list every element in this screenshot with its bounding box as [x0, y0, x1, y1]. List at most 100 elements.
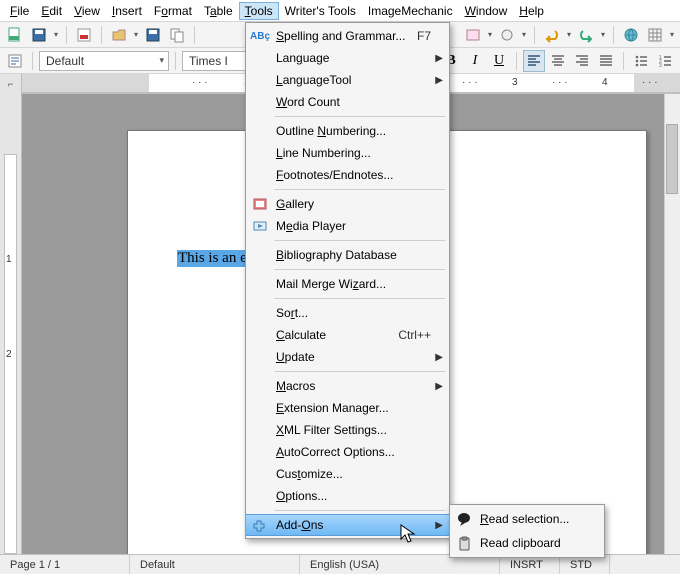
align-center-button[interactable]: [547, 50, 569, 72]
menu-item-xml-filter[interactable]: XML Filter Settings...: [246, 419, 449, 441]
addon-icon: [252, 517, 268, 533]
font-name-value: Times I: [189, 54, 228, 68]
separator: [613, 26, 614, 44]
menu-separator: [274, 240, 445, 241]
vertical-ruler[interactable]: 1 2: [0, 94, 22, 554]
menu-separator: [274, 371, 445, 372]
menubar: File Edit View Insert Format Table Tools…: [0, 0, 680, 22]
separator: [32, 52, 33, 70]
paragraph-style-value: Default: [46, 54, 84, 68]
menu-item-language[interactable]: Language▶: [246, 47, 449, 69]
submenu-item-read-clipboard[interactable]: Read clipboard: [450, 531, 604, 555]
menu-format[interactable]: Format: [148, 2, 198, 20]
bullet-list-button[interactable]: [630, 50, 652, 72]
vertical-scrollbar[interactable]: [664, 94, 680, 554]
open-button[interactable]: [108, 24, 130, 46]
menu-item-word-count[interactable]: Word Count: [246, 91, 449, 113]
grid-dropdown[interactable]: ▾: [668, 24, 676, 46]
export-pdf-button[interactable]: [73, 24, 95, 46]
separator: [534, 26, 535, 44]
ruler-mark-4: 4: [602, 77, 608, 88]
vruler-mark-2: 2: [6, 349, 12, 360]
menu-separator: [274, 298, 445, 299]
styles-button[interactable]: [4, 50, 26, 72]
gallery-icon: [252, 196, 268, 212]
menu-help[interactable]: Help: [513, 2, 550, 20]
number-list-button[interactable]: 123: [654, 50, 676, 72]
gallery-dropdown[interactable]: ▾: [486, 24, 494, 46]
undo-button[interactable]: [541, 24, 563, 46]
menu-item-autocorrect[interactable]: AutoCorrect Options...: [246, 441, 449, 463]
menu-writers-tools[interactable]: Writer's Tools: [279, 2, 362, 20]
underline-button[interactable]: U: [488, 50, 510, 72]
menu-file[interactable]: File: [4, 2, 35, 20]
menu-insert[interactable]: Insert: [106, 2, 148, 20]
submenu-arrow-icon: ▶: [435, 53, 443, 64]
save-button[interactable]: [28, 24, 50, 46]
status-page[interactable]: Page 1 / 1: [0, 555, 130, 574]
redo-button[interactable]: [575, 24, 597, 46]
menu-item-macros[interactable]: Macros▶: [246, 375, 449, 397]
submenu-item-read-selection[interactable]: Read selection...: [450, 507, 604, 531]
menu-item-line-numbering[interactable]: Line Numbering...: [246, 142, 449, 164]
align-right-button[interactable]: [571, 50, 593, 72]
align-left-button[interactable]: [523, 50, 545, 72]
separator: [623, 52, 624, 70]
paragraph-style-combo[interactable]: Default ▾: [39, 51, 169, 71]
shortcut-label: F7: [417, 29, 431, 43]
menu-edit[interactable]: Edit: [35, 2, 68, 20]
menu-item-bibliography[interactable]: Bibliography Database: [246, 244, 449, 266]
tools-menu: ABç Spelling and Grammar... F7 Language▶…: [245, 22, 450, 539]
submenu-arrow-icon: ▶: [435, 75, 443, 86]
menu-item-mail-merge[interactable]: Mail Merge Wizard...: [246, 273, 449, 295]
menu-item-customize[interactable]: Customize...: [246, 463, 449, 485]
menu-tools[interactable]: Tools: [239, 2, 279, 20]
menu-item-options[interactable]: Options...: [246, 485, 449, 507]
redo-dropdown[interactable]: ▾: [599, 24, 607, 46]
globe-button[interactable]: [620, 24, 642, 46]
italic-button[interactable]: I: [464, 50, 486, 72]
addons-submenu: Read selection... Read clipboard: [449, 504, 605, 558]
menu-item-footnotes[interactable]: Footnotes/Endnotes...: [246, 164, 449, 186]
menu-separator: [274, 116, 445, 117]
menu-separator: [274, 269, 445, 270]
menu-item-addons[interactable]: Add-Ons ▶: [246, 514, 449, 536]
menu-item-languagetool[interactable]: LanguageTool▶: [246, 69, 449, 91]
media-icon: [252, 218, 268, 234]
spellcheck-icon: ABç: [252, 28, 268, 44]
save-as-button[interactable]: [142, 24, 164, 46]
separator: [101, 26, 102, 44]
menu-view[interactable]: View: [68, 2, 106, 20]
menu-image-mechanic[interactable]: ImageMechanic: [362, 2, 459, 20]
shortcut-label: Ctrl++: [398, 328, 431, 342]
grid-button[interactable]: [644, 24, 666, 46]
menu-item-update[interactable]: Update▶: [246, 346, 449, 368]
separator: [194, 26, 195, 44]
align-justify-button[interactable]: [595, 50, 617, 72]
menu-item-spelling[interactable]: ABç Spelling and Grammar... F7: [246, 25, 449, 47]
scrollbar-thumb[interactable]: [666, 124, 678, 194]
status-style[interactable]: Default: [130, 555, 300, 574]
menu-item-calculate[interactable]: CalculateCtrl++: [246, 324, 449, 346]
gallery-button[interactable]: [462, 24, 484, 46]
undo-dropdown[interactable]: ▾: [565, 24, 573, 46]
submenu-arrow-icon: ▶: [435, 520, 443, 531]
menu-item-extension-manager[interactable]: Extension Manager...: [246, 397, 449, 419]
menu-table[interactable]: Table: [198, 2, 239, 20]
menu-window[interactable]: Window: [459, 2, 514, 20]
reload-button[interactable]: [166, 24, 188, 46]
submenu-arrow-icon: ▶: [435, 381, 443, 392]
ruler-mark-3: 3: [512, 77, 518, 88]
vruler-mark-1: 1: [6, 254, 12, 265]
svg-text:3: 3: [659, 63, 662, 68]
save-dropdown[interactable]: ▾: [52, 24, 60, 46]
combo-arrow-icon: ▾: [159, 55, 164, 66]
menu-item-media-player[interactable]: Media Player: [246, 215, 449, 237]
new-doc-button[interactable]: [4, 24, 26, 46]
menu-item-outline-numbering[interactable]: Outline Numbering...: [246, 120, 449, 142]
unknown-dropdown[interactable]: ▾: [520, 24, 528, 46]
unknown-button[interactable]: [496, 24, 518, 46]
menu-item-sort[interactable]: Sort...: [246, 302, 449, 324]
menu-item-gallery[interactable]: Gallery: [246, 193, 449, 215]
open-dropdown[interactable]: ▾: [132, 24, 140, 46]
